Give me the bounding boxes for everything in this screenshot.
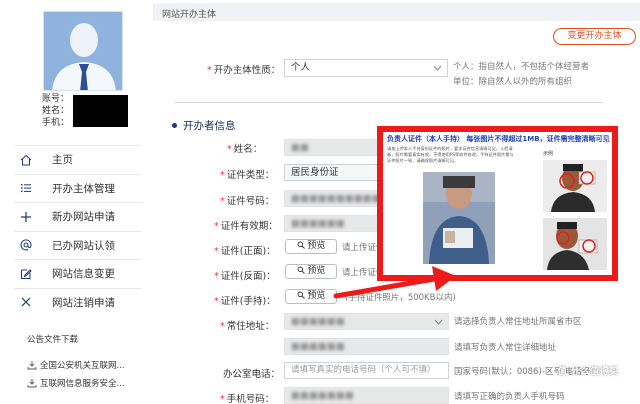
notice-item-label: 全国公安机关互联网... bbox=[40, 361, 125, 371]
id-front-label: * 证件(正面)： bbox=[214, 246, 276, 257]
id-handheld-preview-button[interactable]: 预览 bbox=[285, 289, 337, 304]
sample-photos bbox=[423, 160, 607, 270]
sidebar-item-subject-management[interactable]: 开办主体管理 bbox=[14, 173, 142, 203]
page-title: 网站开办主体 bbox=[162, 10, 217, 20]
sidebar: 账号： 姓名： 手机： 主页 开办主体管理 新办网站申请 已办网站认领 网站信息… bbox=[0, 0, 146, 404]
notice-item[interactable]: 全国公安机关互联网... bbox=[27, 356, 125, 374]
subject-type-value: 个人 bbox=[291, 62, 311, 73]
sidebar-item-label: 网站信息变更 bbox=[52, 268, 115, 281]
residence-label: * 常住地址： bbox=[220, 321, 275, 332]
name-label: * 姓名： bbox=[227, 144, 263, 155]
id-type-label: * 证件类型： bbox=[220, 170, 275, 181]
id-front-preview-button[interactable]: 预览 bbox=[285, 239, 337, 254]
search-icon bbox=[297, 266, 305, 274]
close-icon bbox=[14, 296, 38, 308]
plus-icon bbox=[14, 211, 38, 223]
sample-photo-left bbox=[423, 172, 495, 264]
sidebar-item-label: 主页 bbox=[52, 154, 73, 167]
user-silhouette-icon bbox=[44, 12, 122, 90]
chevron-down-icon bbox=[434, 319, 443, 325]
sidebar-item-label: 开办主体管理 bbox=[52, 182, 115, 195]
id-back-preview-button[interactable]: 预览 bbox=[285, 264, 337, 279]
phone-label: 手机： bbox=[42, 118, 70, 128]
subject-type-hint: 个人：指自然人，不包括个体经营者 单位：除自然人以外的所有组织 bbox=[453, 62, 590, 87]
residence-detail-field[interactable]: ■■■■■■ bbox=[284, 338, 449, 355]
notice-list: 全国公安机关互联网... 互联网信息服务安全... bbox=[27, 356, 125, 392]
sidebar-item-cancel-site[interactable]: 网站注销申请 bbox=[14, 287, 142, 317]
sidebar-menu: 主页 开办主体管理 新办网站申请 已办网站认领 网站信息变更 网站注销申请 bbox=[14, 145, 142, 316]
subject-type-label: * 开办主体性质： bbox=[207, 65, 281, 76]
download-icon bbox=[27, 361, 37, 370]
section-title: 开办者信息 bbox=[172, 118, 236, 133]
divider bbox=[175, 102, 603, 103]
id-handheld-hint: (手持证件照片，500KB以内) bbox=[345, 293, 456, 303]
avatar bbox=[43, 11, 123, 91]
office-phone-field[interactable]: 请填写真实的电话号码（个人可不填） bbox=[284, 362, 449, 379]
sidebar-item-label: 新办网站申请 bbox=[52, 211, 115, 224]
sidebar-item-label: 网站注销申请 bbox=[52, 296, 115, 309]
sidebar-item-label: 已办网站认领 bbox=[52, 239, 115, 252]
edit-icon bbox=[14, 268, 38, 280]
search-icon bbox=[297, 291, 305, 299]
mobile-hint: 请填写正确的负责人手机号码 bbox=[454, 392, 565, 402]
watermark: 值 什么值得买 bbox=[558, 367, 619, 377]
name-label: 姓名： bbox=[42, 106, 70, 116]
list-icon bbox=[14, 182, 38, 194]
id-back-label: * 证件(反面)： bbox=[214, 271, 276, 282]
residence-detail-hint: 请填写负责人常住详细地址 bbox=[454, 343, 557, 353]
download-icon bbox=[27, 379, 37, 388]
mobile-label: * 手机号码： bbox=[220, 394, 275, 404]
id-validity-label: * 证件有效期： bbox=[214, 221, 278, 232]
user-info: 账号： 姓名： 手机： bbox=[42, 93, 69, 129]
sample-photo-right-bottom bbox=[543, 218, 607, 270]
search-icon bbox=[297, 241, 305, 249]
redaction-block bbox=[73, 95, 128, 127]
change-subject-button[interactable]: 变更开办主体 bbox=[553, 28, 636, 45]
subject-type-select[interactable]: 个人 bbox=[284, 59, 448, 77]
residence-hint: 请选择负责人常住地址所属省市区 bbox=[454, 317, 582, 327]
handheld-sample-overlay: 负责人证件（本人手持） 每张图片不得超过1MB，证件需完整清晰可见 请按上传本人… bbox=[377, 126, 618, 281]
id-number-label: * 证件号码： bbox=[220, 196, 275, 207]
chevron-down-icon bbox=[433, 65, 442, 71]
panel-header: 网站开办主体 bbox=[153, 3, 640, 21]
notice-item-label: 互联网信息服务安全... bbox=[40, 379, 125, 389]
residence-select[interactable]: ■■■■■■ bbox=[284, 313, 449, 330]
home-icon bbox=[14, 154, 38, 166]
notice-item[interactable]: 互联网信息服务安全... bbox=[27, 374, 125, 392]
account-label: 账号： bbox=[42, 94, 70, 104]
sample-photo-right-top bbox=[543, 160, 607, 212]
at-icon bbox=[14, 239, 38, 251]
sidebar-item-home[interactable]: 主页 bbox=[14, 145, 142, 174]
mobile-field[interactable]: ■■■■■■■ bbox=[284, 387, 449, 404]
office-phone-label: 办公室电话： bbox=[223, 369, 281, 380]
id-handheld-label: * 证件(手持)： bbox=[214, 296, 276, 307]
sidebar-item-claim-site[interactable]: 已办网站认领 bbox=[14, 230, 142, 260]
sidebar-item-new-site[interactable]: 新办网站申请 bbox=[14, 202, 142, 231]
sidebar-item-change-info[interactable]: 网站信息变更 bbox=[14, 259, 142, 288]
notice-title: 公告文件下载 bbox=[27, 335, 79, 345]
